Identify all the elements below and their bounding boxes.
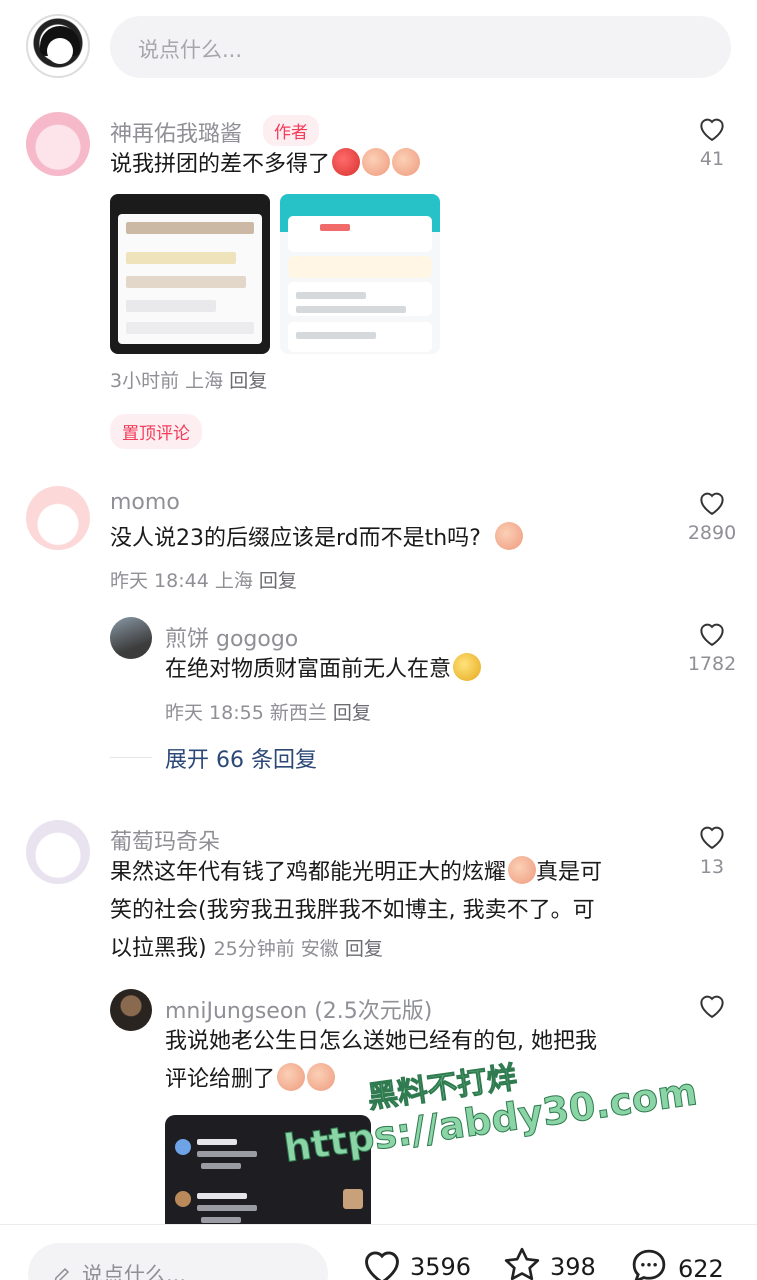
pig-emoji-icon (392, 148, 421, 176)
commenter-name[interactable]: 葡萄玛奇朵 (110, 824, 220, 856)
reply-button[interactable]: 回复 (259, 570, 297, 592)
like-button[interactable]: 2890 (682, 488, 742, 544)
avatar[interactable] (110, 989, 152, 1031)
heart-icon (700, 826, 724, 850)
crying-emoji-icon (307, 1063, 336, 1091)
commenter-name[interactable]: 神再佑我璐酱 (110, 116, 242, 148)
comment-text: 我说她老公生日怎么送她已经有的包, 她把我 (165, 1029, 597, 1054)
like-button[interactable]: 1782 (682, 619, 742, 675)
commenter-name[interactable]: momo (110, 490, 180, 515)
favorite-button[interactable]: 398 (500, 1245, 596, 1280)
like-button[interactable]: 13 (682, 822, 742, 878)
like-button[interactable]: 41 (682, 114, 742, 170)
avatar[interactable] (26, 820, 90, 884)
comment-meta: 昨天 18:44 上海 回复 (110, 570, 297, 592)
heart-icon (700, 995, 724, 1019)
comment-text: 没人说23的后缀应该是rd而不是th吗? (110, 520, 523, 558)
reply-button[interactable]: 回复 (333, 702, 371, 724)
comment-meta: 昨天 18:55 新西兰 回复 (165, 702, 371, 724)
comment-meta: 3小时前 上海 回复 (110, 370, 268, 392)
comment-text: 在绝对物质财富面前无人在意 (165, 651, 482, 689)
comment-text: 以拉黑我) 25分钟前 安徽 回复 (110, 936, 383, 961)
divider (110, 757, 152, 758)
like-count: 2890 (687, 522, 737, 544)
commenter-name[interactable]: mniJungseon (2.5次元版) (165, 993, 432, 1025)
comment-text: 笑的社会(我穷我丑我胖我不如博主, 我卖不了。可 (110, 898, 595, 923)
heart-icon (700, 492, 724, 516)
commenter-name[interactable]: 煎饼 gogogo (165, 621, 298, 653)
avatar[interactable] (26, 112, 90, 176)
reply-button[interactable]: 回复 (229, 370, 267, 392)
like-count: 1782 (687, 653, 737, 675)
current-user-avatar[interactable] (26, 14, 90, 78)
top-comment-bar: 说点什么... (0, 0, 757, 96)
heart-icon (365, 1251, 399, 1280)
avatar[interactable] (110, 617, 152, 659)
pig-emoji-icon (494, 522, 523, 550)
laughing-emoji-icon (453, 653, 482, 681)
reply-button[interactable]: 回复 (345, 938, 383, 960)
like-button[interactable] (682, 991, 742, 1019)
pig-emoji-icon (362, 148, 391, 176)
pinned-badge: 置顶评论 (110, 414, 202, 449)
crying-emoji-icon (277, 1063, 306, 1091)
star-icon (504, 1247, 540, 1280)
comment-meta: 25分钟前 安徽 回复 (213, 938, 383, 960)
attached-order-thumbnail[interactable] (280, 194, 440, 354)
like-post-button[interactable]: 3596 (360, 1245, 471, 1280)
heart-icon (700, 118, 724, 142)
avatar[interactable] (26, 486, 90, 550)
comment-text: 说我拼团的差不多得了 (110, 146, 421, 184)
comment-text: 果然这年代有钱了鸡都能光明正大的炫耀 真是可 (110, 854, 602, 892)
angry-emoji-icon (332, 148, 361, 176)
expand-replies-button[interactable]: 展开 66 条回复 (165, 742, 317, 774)
comment-text: 评论给删了 (165, 1061, 336, 1099)
like-count: 13 (699, 856, 725, 878)
author-badge: 作者 (263, 115, 319, 146)
attached-screenshot-thumbnail[interactable] (165, 1115, 371, 1227)
heart-icon (700, 623, 724, 647)
like-count: 41 (699, 148, 725, 170)
comments-button[interactable]: 622 (626, 1245, 724, 1280)
pencil-icon (54, 1267, 70, 1280)
bottom-action-bar: 说点什么... 3596 398 622 (0, 1225, 757, 1280)
attached-screenshot-thumbnail[interactable] (110, 194, 270, 354)
comment-bubble-icon (632, 1249, 666, 1280)
bottom-comment-input[interactable]: 说点什么... (28, 1243, 328, 1280)
comment-input[interactable]: 说点什么... (110, 16, 731, 78)
crying-emoji-icon (508, 856, 537, 884)
